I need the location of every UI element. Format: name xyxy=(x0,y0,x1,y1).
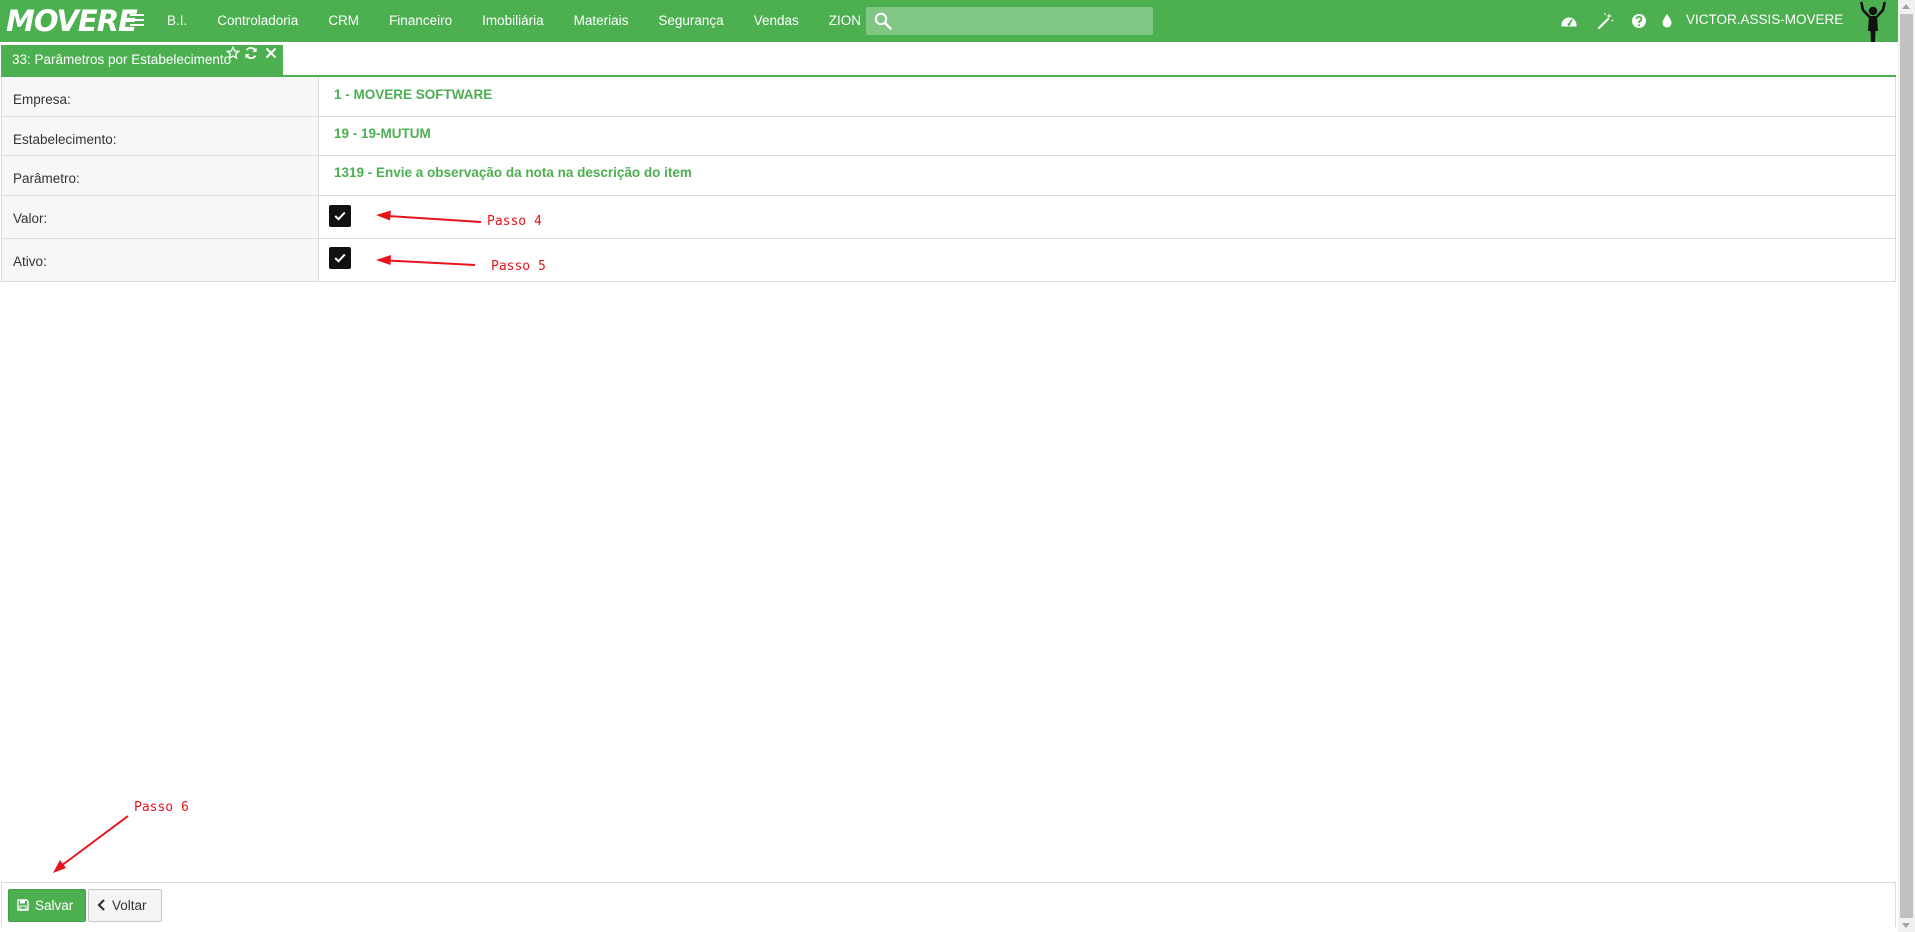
back-button[interactable]: Voltar xyxy=(88,889,162,922)
annotation-passo-5: Passo 5 xyxy=(491,259,546,274)
save-button[interactable]: Salvar xyxy=(8,889,86,922)
arrow-passo-6 xyxy=(53,815,129,873)
chevron-left-icon xyxy=(97,899,105,911)
annotation-passo-6: Passo 6 xyxy=(134,800,189,815)
back-button-label: Voltar xyxy=(112,898,147,913)
annotation-arrows xyxy=(53,210,482,873)
annotation-passo-4: Passo 4 xyxy=(487,214,542,229)
floppy-disk-icon xyxy=(17,899,29,911)
arrow-passo-5 xyxy=(376,255,476,266)
arrow-passo-4 xyxy=(376,210,482,223)
form-footer: Salvar Voltar xyxy=(1,882,1896,927)
save-button-label: Salvar xyxy=(35,898,74,913)
